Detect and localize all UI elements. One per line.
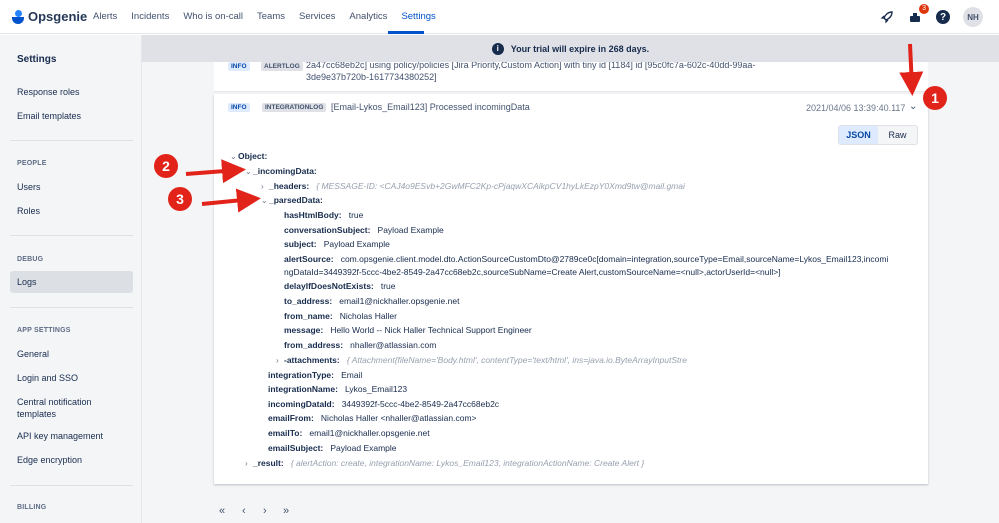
callout-2: 2 <box>154 154 178 178</box>
callout-3: 3 <box>168 187 192 211</box>
annotation-arrow-3 <box>201 188 261 213</box>
callout-1: 1 <box>923 86 947 110</box>
annotation-arrow-2 <box>185 159 246 184</box>
annotation-arrows <box>185 43 924 213</box>
annotation-arrow-1 <box>899 43 924 96</box>
